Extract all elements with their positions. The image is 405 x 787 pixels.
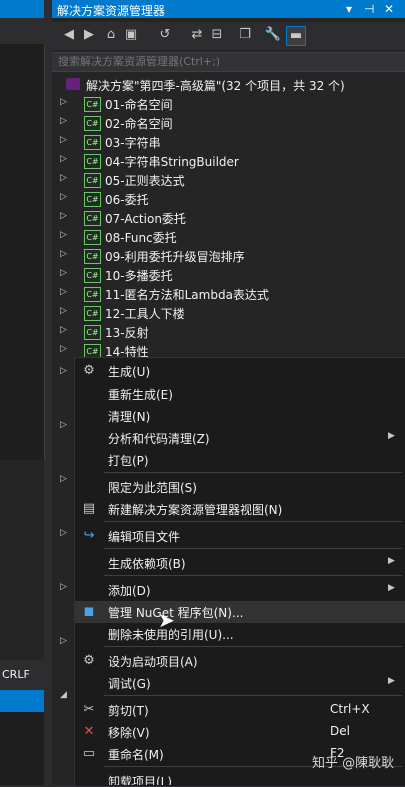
csharp-project-icon: C# bbox=[84, 306, 101, 321]
expand-arrow-icon[interactable]: ▷ bbox=[60, 173, 70, 183]
csharp-project-icon: C# bbox=[84, 97, 101, 112]
expand-arrow-icon[interactable]: ▷ bbox=[60, 474, 67, 484]
menu-separator bbox=[104, 575, 402, 576]
menu-item-add[interactable]: 添加(D) ▶ bbox=[75, 579, 405, 601]
menu-item-edit-project[interactable]: ↪ 编辑项目文件 bbox=[75, 525, 405, 547]
editor-lower-pane bbox=[0, 460, 44, 660]
menu-separator bbox=[104, 548, 402, 549]
rename-icon: ▭ bbox=[82, 746, 96, 761]
editor-tab-bar bbox=[0, 0, 44, 18]
csharp-project-icon: C# bbox=[84, 325, 101, 340]
expand-arrow-icon[interactable]: ▷ bbox=[60, 344, 70, 354]
panel-title: 解决方案资源管理器 bbox=[57, 4, 166, 18]
expand-arrow-icon[interactable]: ▷ bbox=[60, 116, 70, 126]
build-icon: ⚙ bbox=[83, 363, 95, 378]
search-input[interactable] bbox=[58, 53, 398, 69]
close-icon[interactable]: ✕ bbox=[384, 2, 394, 16]
preview-icon[interactable]: ▬ bbox=[286, 26, 306, 46]
expand-arrow-icon[interactable]: ▷ bbox=[60, 97, 70, 107]
output-tab-bar bbox=[0, 690, 44, 712]
mouse-cursor-icon: ➤ bbox=[158, 608, 175, 632]
menu-item-rebuild[interactable]: 重新生成(E) bbox=[75, 383, 405, 405]
expand-arrow-icon[interactable]: ▷ bbox=[60, 287, 70, 297]
menu-item-pack[interactable]: 打包(P) bbox=[75, 449, 405, 471]
menu-item-scope[interactable]: 限定为此范围(S) bbox=[75, 476, 405, 498]
expand-arrow-icon[interactable]: ▷ bbox=[60, 135, 70, 145]
solution-icon bbox=[66, 78, 80, 90]
csharp-project-icon: C# bbox=[84, 135, 101, 150]
csharp-project-icon: C# bbox=[84, 230, 101, 245]
expand-arrow-icon[interactable]: ▷ bbox=[60, 420, 67, 430]
expand-arrow-icon[interactable]: ▷ bbox=[60, 192, 70, 202]
menu-item-cut[interactable]: ✂ 剪切(T) Ctrl+X bbox=[75, 699, 405, 721]
expand-arrow-icon[interactable]: ◢ bbox=[60, 690, 67, 700]
csharp-project-icon: C# bbox=[84, 154, 101, 169]
menu-item-manage-nuget[interactable]: ◼ 管理 NuGet 程序包(N)... bbox=[75, 601, 405, 623]
scissors-icon: ✂ bbox=[83, 702, 95, 717]
forward-icon[interactable]: ▶ bbox=[80, 26, 98, 44]
vs-switch-icon[interactable]: ▣ bbox=[122, 26, 140, 44]
watermark: 知乎 @陳耿耿 bbox=[312, 756, 395, 771]
expand-arrow-icon[interactable]: ▷ bbox=[60, 306, 70, 316]
menu-item-analyze[interactable]: 分析和代码清理(Z) ▶ bbox=[75, 427, 405, 449]
csharp-project-icon: C# bbox=[84, 192, 101, 207]
menu-separator bbox=[104, 695, 402, 696]
line-ending-indicator[interactable]: CRLF bbox=[2, 668, 30, 681]
menu-item-build[interactable]: ⚙ 生成(U) bbox=[75, 360, 405, 382]
csharp-project-icon: C# bbox=[84, 249, 101, 264]
csharp-project-icon: C# bbox=[84, 268, 101, 283]
csharp-project-icon: C# bbox=[84, 116, 101, 131]
sync-icon[interactable]: ⇄ bbox=[188, 26, 206, 44]
csharp-project-icon: C# bbox=[84, 211, 101, 226]
menu-separator bbox=[104, 472, 402, 473]
expand-arrow-icon[interactable]: ▷ bbox=[60, 154, 70, 164]
expand-arrow-icon[interactable]: ▷ bbox=[60, 366, 67, 376]
expand-arrow-icon[interactable]: ▷ bbox=[60, 211, 70, 221]
pin-icon[interactable]: ⊣ bbox=[364, 2, 374, 16]
menu-separator bbox=[104, 521, 402, 522]
properties-icon[interactable]: 🔧 bbox=[264, 26, 282, 44]
submenu-arrow-icon: ▶ bbox=[388, 676, 395, 686]
menu-item-remove[interactable]: ✕ 移除(V) Del bbox=[75, 721, 405, 743]
expand-arrow-icon[interactable]: ▷ bbox=[60, 249, 70, 259]
new-view-icon: ▤ bbox=[82, 501, 96, 516]
output-pane bbox=[0, 712, 44, 785]
submenu-arrow-icon: ▶ bbox=[388, 583, 395, 593]
expand-arrow-icon[interactable]: ▷ bbox=[60, 636, 67, 646]
history-icon[interactable]: ↺ bbox=[156, 26, 174, 44]
expand-arrow-icon[interactable]: ▷ bbox=[60, 268, 70, 278]
submenu-arrow-icon: ▶ bbox=[388, 431, 395, 441]
menu-separator bbox=[104, 646, 402, 647]
expand-arrow-icon[interactable]: ▷ bbox=[60, 230, 70, 240]
code-editor[interactable] bbox=[0, 44, 45, 460]
menu-item-build-deps[interactable]: 生成依赖项(B) ▶ bbox=[75, 552, 405, 574]
submenu-arrow-icon: ▶ bbox=[388, 556, 395, 566]
expand-arrow-icon[interactable]: ▷ bbox=[60, 325, 70, 335]
menu-item-clean[interactable]: 清理(N) bbox=[75, 405, 405, 427]
nuget-icon: ◼ bbox=[83, 604, 95, 619]
show-all-files-icon[interactable]: ❐ bbox=[236, 26, 254, 44]
expand-arrow-icon[interactable]: ▷ bbox=[60, 582, 67, 592]
back-icon[interactable]: ◀ bbox=[60, 26, 78, 44]
csharp-project-icon: C# bbox=[84, 173, 101, 188]
home-icon[interactable]: ⌂ bbox=[102, 26, 120, 44]
gear-icon: ⚙ bbox=[83, 653, 95, 668]
menu-item-new-view[interactable]: ▤ 新建解决方案资源管理器视图(N) bbox=[75, 498, 405, 520]
collapse-all-icon[interactable]: ⊟ bbox=[208, 26, 226, 44]
dropdown-icon[interactable]: ▾ bbox=[346, 2, 352, 16]
remove-icon: ✕ bbox=[83, 724, 95, 739]
expand-arrow-icon[interactable]: ▷ bbox=[60, 528, 67, 538]
csharp-project-icon: C# bbox=[84, 287, 101, 302]
menu-item-unload[interactable]: 卸载项目(L) bbox=[75, 770, 405, 785]
edit-project-icon: ↪ bbox=[83, 528, 95, 543]
solution-label: 解决方案"第四季-高级篇"(32 个项目，共 32 个) bbox=[86, 79, 345, 93]
menu-item-debug[interactable]: 调试(G) ▶ bbox=[75, 672, 405, 694]
menu-item-remove-unused-refs[interactable]: 删除未使用的引用(U)... bbox=[75, 623, 405, 645]
menu-item-set-startup[interactable]: ⚙ 设为启动项目(A) bbox=[75, 650, 405, 672]
